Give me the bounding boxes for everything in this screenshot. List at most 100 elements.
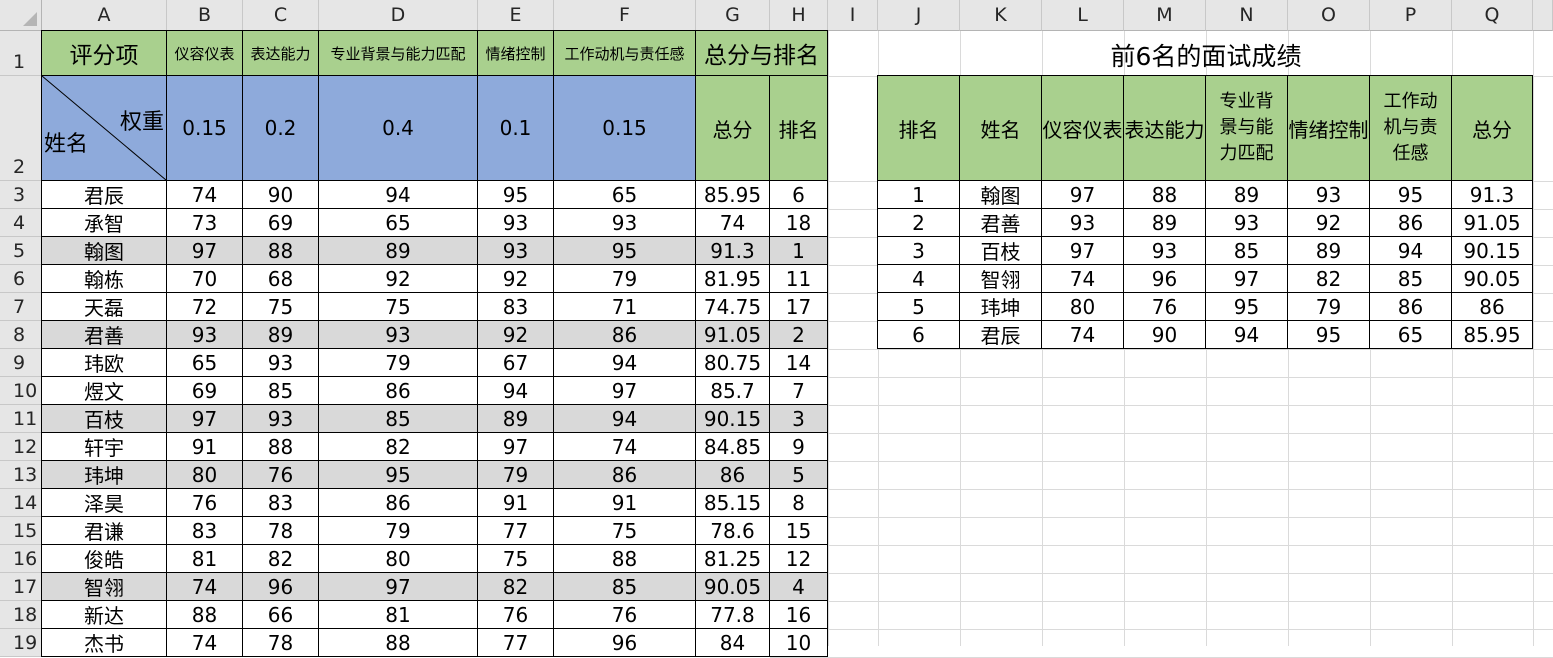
score-cell-D[interactable]: 79 bbox=[318, 516, 478, 545]
score-cell-C[interactable]: 90 bbox=[242, 180, 319, 209]
top6-cell[interactable]: 76 bbox=[1123, 292, 1206, 321]
top6-header-0[interactable]: 排名 bbox=[877, 75, 960, 181]
top6-cell[interactable]: 85 bbox=[1205, 236, 1288, 265]
score-cell-H[interactable]: 2 bbox=[769, 320, 828, 349]
score-cell-B[interactable]: 76 bbox=[166, 488, 243, 517]
top6-header-3[interactable]: 表达能力 bbox=[1123, 75, 1206, 181]
column-header-K[interactable]: K bbox=[960, 0, 1042, 31]
top6-cell[interactable]: 65 bbox=[1369, 320, 1452, 349]
score-cell-B[interactable]: 97 bbox=[166, 404, 243, 433]
column-header-Q[interactable]: Q bbox=[1452, 0, 1533, 31]
score-cell-E[interactable]: 95 bbox=[477, 180, 554, 209]
score-cell-E[interactable]: 76 bbox=[477, 600, 554, 629]
score-cell-A[interactable]: 君谦 bbox=[41, 516, 167, 545]
score-cell-C[interactable]: 68 bbox=[242, 264, 319, 293]
score-cell-D[interactable]: 93 bbox=[318, 320, 478, 349]
score-cell-A[interactable]: 百枝 bbox=[41, 404, 167, 433]
score-cell-G[interactable]: 90.05 bbox=[695, 572, 770, 601]
score-cell-D[interactable]: 88 bbox=[318, 628, 478, 657]
top6-cell[interactable]: 90 bbox=[1123, 320, 1206, 349]
top6-cell[interactable]: 93 bbox=[1041, 208, 1124, 237]
score-cell-E[interactable]: 77 bbox=[477, 516, 554, 545]
score-cell-D[interactable]: 81 bbox=[318, 600, 478, 629]
top6-cell[interactable]: 82 bbox=[1287, 264, 1370, 293]
column-header-C[interactable]: C bbox=[243, 0, 319, 31]
score-cell-E[interactable]: 92 bbox=[477, 264, 554, 293]
top6-cell[interactable]: 君辰 bbox=[959, 320, 1042, 349]
score-cell-D[interactable]: 89 bbox=[318, 236, 478, 265]
row-header-19[interactable]: 19 bbox=[0, 629, 42, 657]
score-cell-C[interactable]: 69 bbox=[242, 208, 319, 237]
top6-header-7[interactable]: 总分 bbox=[1451, 75, 1533, 181]
top6-cell[interactable]: 74 bbox=[1041, 320, 1124, 349]
score-cell-F[interactable]: 74 bbox=[553, 432, 696, 461]
score-cell-E[interactable]: 67 bbox=[477, 348, 554, 377]
score-cell-H[interactable]: 18 bbox=[769, 208, 828, 237]
top6-cell[interactable]: 90.05 bbox=[1451, 264, 1533, 293]
score-cell-A[interactable]: 君善 bbox=[41, 320, 167, 349]
top6-cell[interactable]: 3 bbox=[877, 236, 960, 265]
top6-cell[interactable]: 85.95 bbox=[1451, 320, 1533, 349]
score-cell-D[interactable]: 92 bbox=[318, 264, 478, 293]
top6-cell[interactable]: 95 bbox=[1287, 320, 1370, 349]
score-cell-A[interactable]: 天磊 bbox=[41, 292, 167, 321]
top6-cell[interactable]: 90.15 bbox=[1451, 236, 1533, 265]
score-cell-G[interactable]: 80.75 bbox=[695, 348, 770, 377]
row-header-1[interactable]: 1 bbox=[0, 31, 42, 76]
row-header-10[interactable]: 10 bbox=[0, 377, 42, 405]
score-cell-D[interactable]: 97 bbox=[318, 572, 478, 601]
score-cell-A[interactable]: 新达 bbox=[41, 600, 167, 629]
weight-cell-E[interactable]: 0.1 bbox=[477, 75, 554, 181]
score-cell-D[interactable]: 85 bbox=[318, 404, 478, 433]
score-cell-F[interactable]: 79 bbox=[553, 264, 696, 293]
column-header-M[interactable]: M bbox=[1124, 0, 1206, 31]
score-cell-H[interactable]: 11 bbox=[769, 264, 828, 293]
score-cell-E[interactable]: 94 bbox=[477, 376, 554, 405]
score-cell-A[interactable]: 翰栋 bbox=[41, 264, 167, 293]
top6-cell[interactable]: 86 bbox=[1451, 292, 1533, 321]
score-cell-C[interactable]: 88 bbox=[242, 432, 319, 461]
score-cell-G[interactable]: 74.75 bbox=[695, 292, 770, 321]
top6-cell[interactable]: 2 bbox=[877, 208, 960, 237]
score-cell-F[interactable]: 93 bbox=[553, 208, 696, 237]
score-cell-E[interactable]: 92 bbox=[477, 320, 554, 349]
column-header-O[interactable]: O bbox=[1288, 0, 1370, 31]
score-cell-H[interactable]: 14 bbox=[769, 348, 828, 377]
score-cell-C[interactable]: 78 bbox=[242, 516, 319, 545]
header-expression[interactable]: 表达能力 bbox=[242, 30, 319, 76]
score-cell-A[interactable]: 玮欧 bbox=[41, 348, 167, 377]
score-cell-B[interactable]: 97 bbox=[166, 236, 243, 265]
row-header-8[interactable]: 8 bbox=[0, 321, 42, 349]
score-cell-C[interactable]: 83 bbox=[242, 488, 319, 517]
top6-cell[interactable]: 89 bbox=[1123, 208, 1206, 237]
score-cell-B[interactable]: 65 bbox=[166, 348, 243, 377]
score-cell-H[interactable]: 17 bbox=[769, 292, 828, 321]
top6-header-2[interactable]: 仪容仪表 bbox=[1041, 75, 1124, 181]
score-cell-H[interactable]: 4 bbox=[769, 572, 828, 601]
score-cell-A[interactable]: 煜文 bbox=[41, 376, 167, 405]
score-cell-G[interactable]: 81.95 bbox=[695, 264, 770, 293]
score-cell-A[interactable]: 玮坤 bbox=[41, 460, 167, 489]
column-header-I[interactable]: I bbox=[828, 0, 878, 31]
score-cell-C[interactable]: 93 bbox=[242, 404, 319, 433]
score-cell-F[interactable]: 91 bbox=[553, 488, 696, 517]
score-cell-D[interactable]: 75 bbox=[318, 292, 478, 321]
top6-cell[interactable]: 5 bbox=[877, 292, 960, 321]
score-cell-F[interactable]: 96 bbox=[553, 628, 696, 657]
score-cell-F[interactable]: 71 bbox=[553, 292, 696, 321]
score-cell-C[interactable]: 85 bbox=[242, 376, 319, 405]
header-evaluation-item[interactable]: 评分项 bbox=[41, 30, 167, 76]
score-cell-C[interactable]: 82 bbox=[242, 544, 319, 573]
top6-cell[interactable]: 93 bbox=[1123, 236, 1206, 265]
row-header-16[interactable]: 16 bbox=[0, 545, 42, 573]
header-motivation[interactable]: 工作动机与责任感 bbox=[553, 30, 696, 76]
top6-cell[interactable]: 91.3 bbox=[1451, 180, 1533, 209]
score-cell-H[interactable]: 12 bbox=[769, 544, 828, 573]
score-cell-G[interactable]: 84.85 bbox=[695, 432, 770, 461]
score-cell-F[interactable]: 88 bbox=[553, 544, 696, 573]
score-cell-B[interactable]: 74 bbox=[166, 572, 243, 601]
row-header-7[interactable]: 7 bbox=[0, 293, 42, 321]
score-cell-G[interactable]: 91.3 bbox=[695, 236, 770, 265]
top6-cell[interactable]: 97 bbox=[1205, 264, 1288, 293]
weight-cell-F[interactable]: 0.15 bbox=[553, 75, 696, 181]
